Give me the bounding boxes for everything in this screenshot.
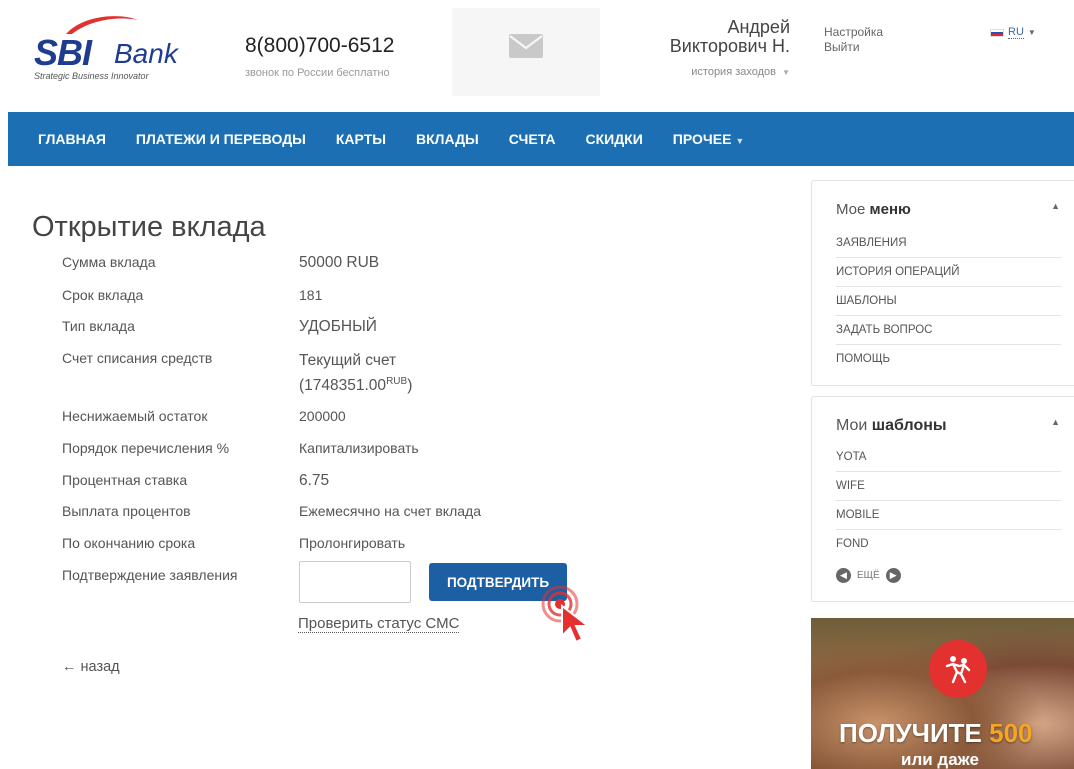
envelope-icon xyxy=(509,34,543,58)
detail-value: Капитализировать xyxy=(299,440,419,456)
chevron-left-icon[interactable]: ◀ xyxy=(836,568,851,583)
chevron-down-icon: ▼ xyxy=(735,136,745,146)
nav-item-other-label: ПРОЧЕЕ xyxy=(672,131,732,147)
collapse-icon[interactable]: ▲ xyxy=(1051,417,1060,427)
phone-note: звонок по России бесплатно xyxy=(245,67,390,79)
promo-badge-icon xyxy=(929,640,987,698)
sbi-bank-logo[interactable]: SBI Bank Strategic Business Innovator xyxy=(32,16,192,82)
my-menu-title: Мое меню xyxy=(836,201,911,218)
menu-item-ask-question[interactable]: ЗАДАТЬ ВОПРОС xyxy=(836,316,1061,345)
template-item-wife[interactable]: WIFE xyxy=(836,472,1061,501)
messages-button[interactable] xyxy=(452,8,600,96)
detail-label: Процентная ставка xyxy=(62,472,188,488)
page-title: Открытие вклада xyxy=(32,211,266,243)
detail-value: 50000 RUB xyxy=(299,254,380,271)
detail-value: УДОБНЫЙ xyxy=(299,318,377,335)
menu-item-history[interactable]: ИСТОРИЯ ОПЕРАЦИЙ xyxy=(836,258,1061,287)
detail-label: Выплата процентов xyxy=(62,503,191,519)
template-item-mobile[interactable]: MOBILE xyxy=(836,501,1061,530)
detail-label: Тип вклада xyxy=(62,318,135,334)
detail-label: Порядок перечисления % xyxy=(62,440,230,456)
promo-title-number: 500 xyxy=(989,718,1033,748)
logout-link[interactable]: Выйти xyxy=(824,40,883,55)
source-account-balance: (1748351.00 xyxy=(299,377,387,395)
chevron-down-icon: ▼ xyxy=(782,68,790,77)
source-account-name: Текущий счет xyxy=(299,352,397,369)
click-cursor-icon xyxy=(541,585,591,644)
my-menu-title-prefix: Мое xyxy=(836,201,866,218)
detail-value: Пролонгировать xyxy=(299,535,406,551)
settings-link[interactable]: Настройка xyxy=(824,25,883,40)
user-first-name: Андрей xyxy=(727,17,790,37)
user-block: Андрей Викторович Н. история заходов ▼ xyxy=(610,17,790,79)
detail-value: 181 xyxy=(299,287,323,303)
language-selector[interactable]: RU ▼ xyxy=(990,26,1036,39)
main-nav: ГЛАВНАЯ ПЛАТЕЖИ И ПЕРЕВОДЫ КАРТЫ ВКЛАДЫ … xyxy=(8,112,1074,166)
source-account-currency: RUB xyxy=(386,376,408,387)
chevron-right-icon[interactable]: ▶ xyxy=(885,568,901,583)
menu-item-help[interactable]: ПОМОЩЬ xyxy=(836,345,1061,374)
source-account-close: ) xyxy=(407,377,413,395)
my-menu-title-bold: меню xyxy=(869,201,911,218)
nav-item-payments[interactable]: ПЛАТЕЖИ И ПЕРЕВОДЫ xyxy=(136,131,306,147)
login-history-label: история заходов xyxy=(691,66,777,78)
my-templates-title: Мои шаблоны xyxy=(836,417,947,435)
russia-flag-icon xyxy=(990,28,1004,37)
promo-banner[interactable]: ПОЛУЧИТЕ 500 или даже xyxy=(811,618,1074,769)
collapse-icon[interactable]: ▲ xyxy=(1051,201,1060,211)
detail-value: Ежемесячно на счет вклада xyxy=(299,503,481,519)
logo-bank-text: Bank xyxy=(114,38,178,69)
header: SBI Bank Strategic Business Innovator 8(… xyxy=(0,0,1074,112)
contact-phone-block: 8(800)700-6512 звонок по России бесплатн… xyxy=(245,34,394,79)
detail-label: Срок вклада xyxy=(62,287,144,303)
menu-item-applications[interactable]: ЗАЯВЛЕНИЯ xyxy=(836,229,1061,258)
account-links: Настройка Выйти xyxy=(824,25,883,55)
detail-label: Сумма вклада xyxy=(62,254,156,270)
user-last-name: Викторович Н. xyxy=(669,36,790,56)
phone-number: 8(800)700-6512 xyxy=(245,34,395,57)
detail-label: Подтверждение заявления xyxy=(62,567,238,583)
logo-tagline: Strategic Business Innovator xyxy=(34,71,149,81)
detail-label: По окончанию срока xyxy=(62,535,196,551)
detail-value: 6.75 xyxy=(299,472,330,489)
nav-item-deposits[interactable]: ВКЛАДЫ xyxy=(416,131,479,147)
my-templates-title-bold: шаблоны xyxy=(871,417,947,434)
nav-item-discounts[interactable]: СКИДКИ xyxy=(585,131,642,147)
nav-item-accounts[interactable]: СЧЕТА xyxy=(509,131,556,147)
promo-title-word: ПОЛУЧИТЕ xyxy=(839,718,982,748)
detail-label: Счет списания средств xyxy=(62,350,213,366)
detail-value: 200000 xyxy=(299,408,346,424)
template-item-fond[interactable]: FOND xyxy=(836,530,1061,559)
my-templates-title-prefix: Мои xyxy=(836,417,868,434)
more-templates-label[interactable]: ЕЩЁ xyxy=(857,570,880,581)
nav-item-cards[interactable]: КАРТЫ xyxy=(336,131,386,147)
logo-text: SBI xyxy=(34,32,92,73)
templates-pager: ◀ ЕЩЁ ▶ xyxy=(836,568,901,583)
promo-title: ПОЛУЧИТЕ 500 xyxy=(839,718,1033,749)
check-sms-status-link[interactable]: Проверить статус СМС xyxy=(298,615,460,633)
template-item-yota[interactable]: YOTA xyxy=(836,443,1061,472)
people-icon xyxy=(945,656,971,684)
templates-list: YOTA WIFE MOBILE FOND xyxy=(836,443,1061,559)
nav-item-home[interactable]: ГЛАВНАЯ xyxy=(38,131,106,147)
promo-subtitle: или даже xyxy=(901,750,979,769)
sms-code-input[interactable] xyxy=(299,561,411,603)
my-menu-panel: Мое меню ▲ ЗАЯВЛЕНИЯ ИСТОРИЯ ОПЕРАЦИЙ ША… xyxy=(811,180,1074,386)
my-menu-list: ЗАЯВЛЕНИЯ ИСТОРИЯ ОПЕРАЦИЙ ШАБЛОНЫ ЗАДАТ… xyxy=(836,229,1061,374)
nav-item-other[interactable]: ПРОЧЕЕ ▼ xyxy=(673,131,745,147)
login-history-dropdown[interactable]: история заходов ▼ xyxy=(610,66,790,78)
menu-item-templates[interactable]: ШАБЛОНЫ xyxy=(836,287,1061,316)
back-link[interactable]: ← назад xyxy=(62,659,120,675)
detail-value: Текущий счет (1748351.00RUB) xyxy=(299,350,412,396)
my-templates-panel: Мои шаблоны ▲ YOTA WIFE MOBILE FOND ◀ ЕЩ… xyxy=(811,396,1074,602)
detail-label: Неснижаемый остаток xyxy=(62,408,208,424)
chevron-down-icon: ▼ xyxy=(1027,28,1036,37)
language-code: RU xyxy=(1008,26,1024,39)
